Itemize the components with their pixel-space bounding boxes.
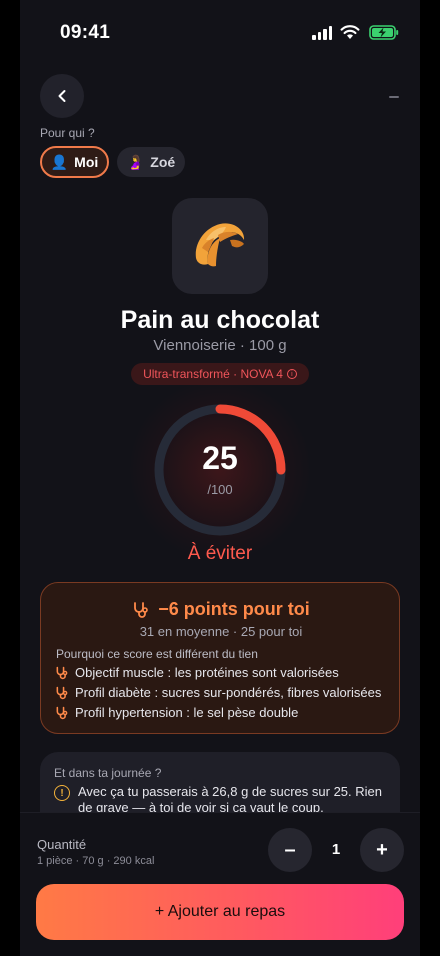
- impact-reason-text: Profil diabète : sucres sur-pondérés, fi…: [75, 685, 382, 700]
- wifi-icon: [340, 25, 360, 39]
- quantity-increase-button[interactable]: +: [360, 828, 404, 872]
- impact-headline-row: −6 points pour toi: [41, 599, 401, 620]
- nova-badge-label: Ultra-transformé · NOVA 4: [143, 367, 283, 381]
- add-to-meal-button[interactable]: + Ajouter au repas: [36, 884, 404, 940]
- status-bar: 09:41: [0, 0, 440, 64]
- stethoscope-icon: [134, 601, 149, 618]
- impact-headline: −6 points pour toi: [158, 599, 310, 619]
- impact-reason: Objectif muscle : les protéines sont val…: [55, 665, 339, 680]
- stethoscope-icon: [56, 686, 68, 699]
- impact-reason-text: Profil hypertension : le sel pèse double: [75, 705, 299, 720]
- person-icon: 👤: [50, 153, 69, 170]
- quantity-value: 1: [331, 841, 341, 858]
- food-title: Pain au chocolat: [120, 306, 320, 334]
- daily-context-label: Et dans ta journée ?: [54, 766, 162, 780]
- impact-detail: 31 en moyenne · 25 pour toi: [139, 624, 303, 639]
- quantity-decrease-button[interactable]: –: [268, 828, 312, 872]
- food-image-tile: [172, 198, 268, 294]
- status-time: 09:41: [60, 22, 111, 43]
- score-max: /100: [207, 482, 233, 497]
- pregnant-person-icon: 🤰: [126, 153, 145, 170]
- profile-label: Pour qui ?: [40, 126, 95, 140]
- info-icon: i: [286, 369, 297, 379]
- score-value: 25: [202, 440, 238, 476]
- stethoscope-icon: [56, 666, 68, 679]
- cellular-signal-icon: [312, 26, 332, 40]
- impact-reason: Profil diabète : sucres sur-pondérés, fi…: [55, 685, 381, 700]
- quantity-detail: 1 pièce · 70 g · 290 kcal: [37, 855, 155, 867]
- chevron-left-icon: [58, 90, 66, 102]
- battery-charging-icon: [369, 25, 399, 40]
- impact-reason: Profil hypertension : le sel pèse double: [55, 705, 298, 720]
- quantity-label: Quantité: [37, 837, 87, 852]
- score-verdict: À éviter: [187, 543, 253, 564]
- impact-why-label: Pourquoi ce score est différent du tien: [56, 647, 258, 661]
- impact-reason-text: Objectif muscle : les protéines sont val…: [75, 665, 339, 680]
- back-button[interactable]: [40, 74, 84, 118]
- profile-chip-label: Moi: [74, 154, 99, 170]
- more-menu-handle[interactable]: [389, 96, 399, 98]
- croissant-icon: [195, 223, 245, 267]
- alert-circle-icon: !: [54, 785, 70, 801]
- profile-chip-label: Zoé: [150, 154, 176, 170]
- profile-chip-zoe[interactable]: 🤰 Zoé: [117, 147, 185, 177]
- profile-chip-moi[interactable]: 👤 Moi: [40, 146, 109, 178]
- personal-impact-card: −6 points pour toi 31 en moyenne · 25 po…: [40, 582, 400, 734]
- food-subtitle: Viennoiserie · 100 g: [153, 337, 287, 354]
- stethoscope-icon: [56, 706, 68, 719]
